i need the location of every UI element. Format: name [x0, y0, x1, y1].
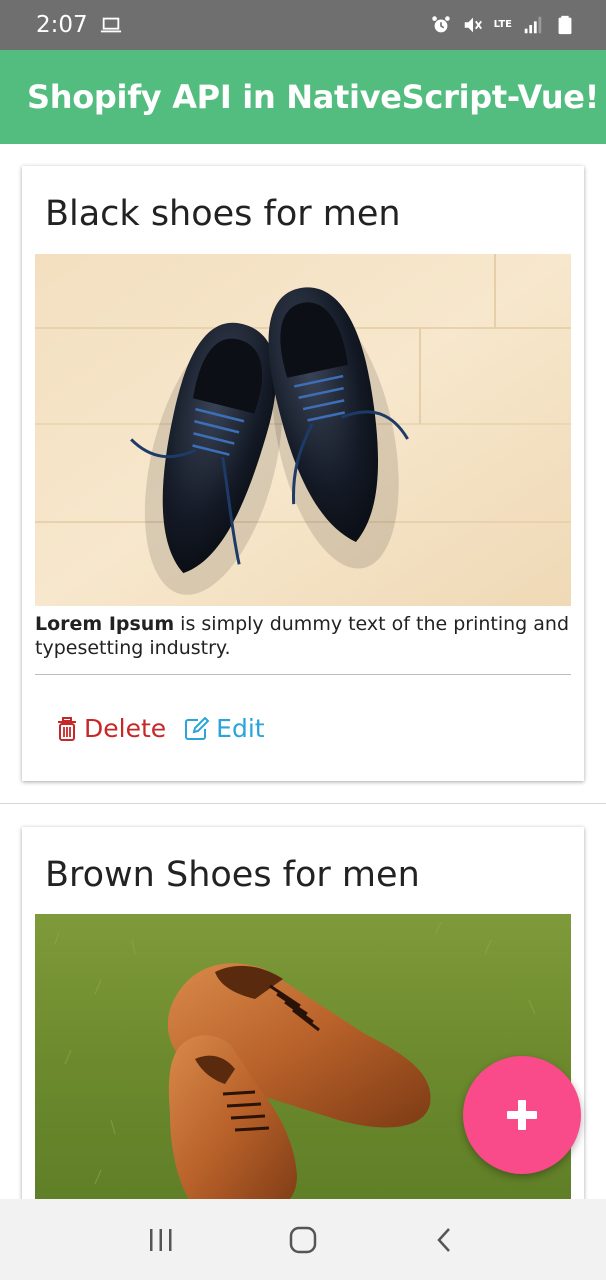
app-title: Shopify API in NativeScript-Vue! — [27, 78, 599, 116]
status-left: 2:07 — [36, 12, 122, 38]
product-list[interactable]: Black shoes for men Lorem Ipsum is simpl… — [0, 144, 606, 1199]
edit-button[interactable]: Edit — [184, 714, 265, 743]
status-time: 2:07 — [36, 12, 88, 38]
trash-icon — [58, 716, 76, 741]
plus-icon — [507, 1100, 537, 1130]
app-bar: Shopify API in NativeScript-Vue! — [0, 50, 606, 144]
product-title: Brown Shoes for men — [45, 855, 420, 895]
network-label: LTE — [493, 19, 512, 30]
mute-icon — [464, 17, 482, 33]
edit-icon — [185, 716, 210, 740]
list-separator — [0, 803, 606, 804]
card-actions: Delete Edit — [56, 714, 265, 743]
laptop-icon — [100, 17, 121, 33]
recent-apps-icon — [150, 1228, 172, 1251]
edit-label: Edit — [216, 714, 265, 743]
alarm-icon — [431, 16, 450, 33]
signal-icon — [524, 16, 542, 34]
product-card[interactable]: Black shoes for men Lorem Ipsum is simpl… — [22, 166, 584, 781]
home-button[interactable] — [273, 1210, 333, 1270]
home-icon — [289, 1226, 317, 1253]
product-description: Lorem Ipsum is simply dummy text of the … — [35, 612, 575, 660]
lte-signal-icon: LTE — [494, 20, 512, 30]
add-product-button[interactable] — [463, 1056, 581, 1174]
black-shoes-image — [35, 254, 571, 606]
status-bar: 2:07 LTE — [0, 0, 606, 50]
back-button[interactable] — [415, 1210, 475, 1270]
recent-apps-button[interactable] — [131, 1210, 191, 1270]
screen: 2:07 LTE Shopify API in NativeScript-Vue… — [0, 0, 606, 1280]
delete-button[interactable]: Delete — [56, 714, 166, 743]
card-divider — [35, 674, 571, 675]
battery-icon — [558, 15, 572, 35]
delete-label: Delete — [84, 714, 167, 743]
status-right: LTE — [430, 14, 576, 36]
description-bold: Lorem Ipsum — [35, 613, 175, 635]
back-icon — [437, 1227, 450, 1252]
product-title: Black shoes for men — [45, 194, 401, 234]
product-image — [35, 254, 571, 606]
navigation-bar — [0, 1199, 606, 1280]
